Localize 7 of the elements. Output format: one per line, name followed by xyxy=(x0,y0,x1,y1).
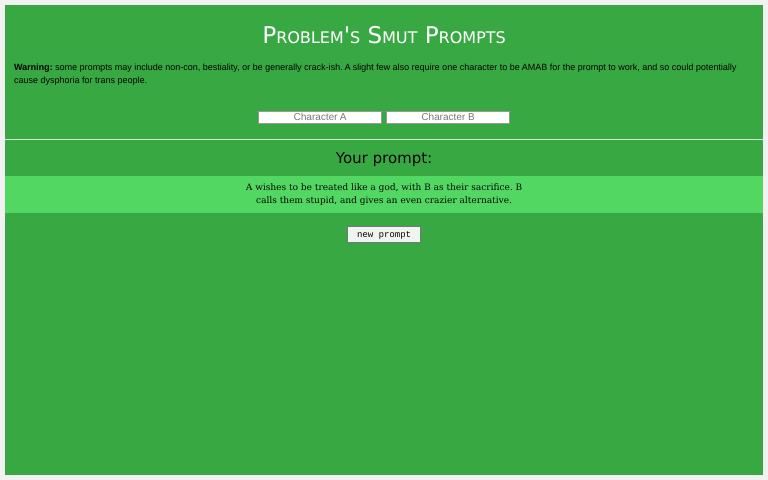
character-input[interactable]: Character B xyxy=(386,111,510,124)
prompt-heading: Your prompt: xyxy=(334,148,434,169)
page-title: Problem's Smut Prompts xyxy=(261,22,507,51)
prompt-text: A wishes to be treated like a god, with B as their sacrifice. B calls them stupid, and gives an even crazier alternative. xyxy=(244,182,524,208)
new-prompt-button[interactable]: new prompt xyxy=(346,226,421,243)
character-input[interactable]: Character A xyxy=(258,111,382,124)
warning-text: Warning: some prompts may include non-con, bestiality, or be generally crack-ish. A slight few also require one character to be AMAB for the prompt to work, and so could potentially cause dysphoria for trans people. xyxy=(14,61,738,87)
